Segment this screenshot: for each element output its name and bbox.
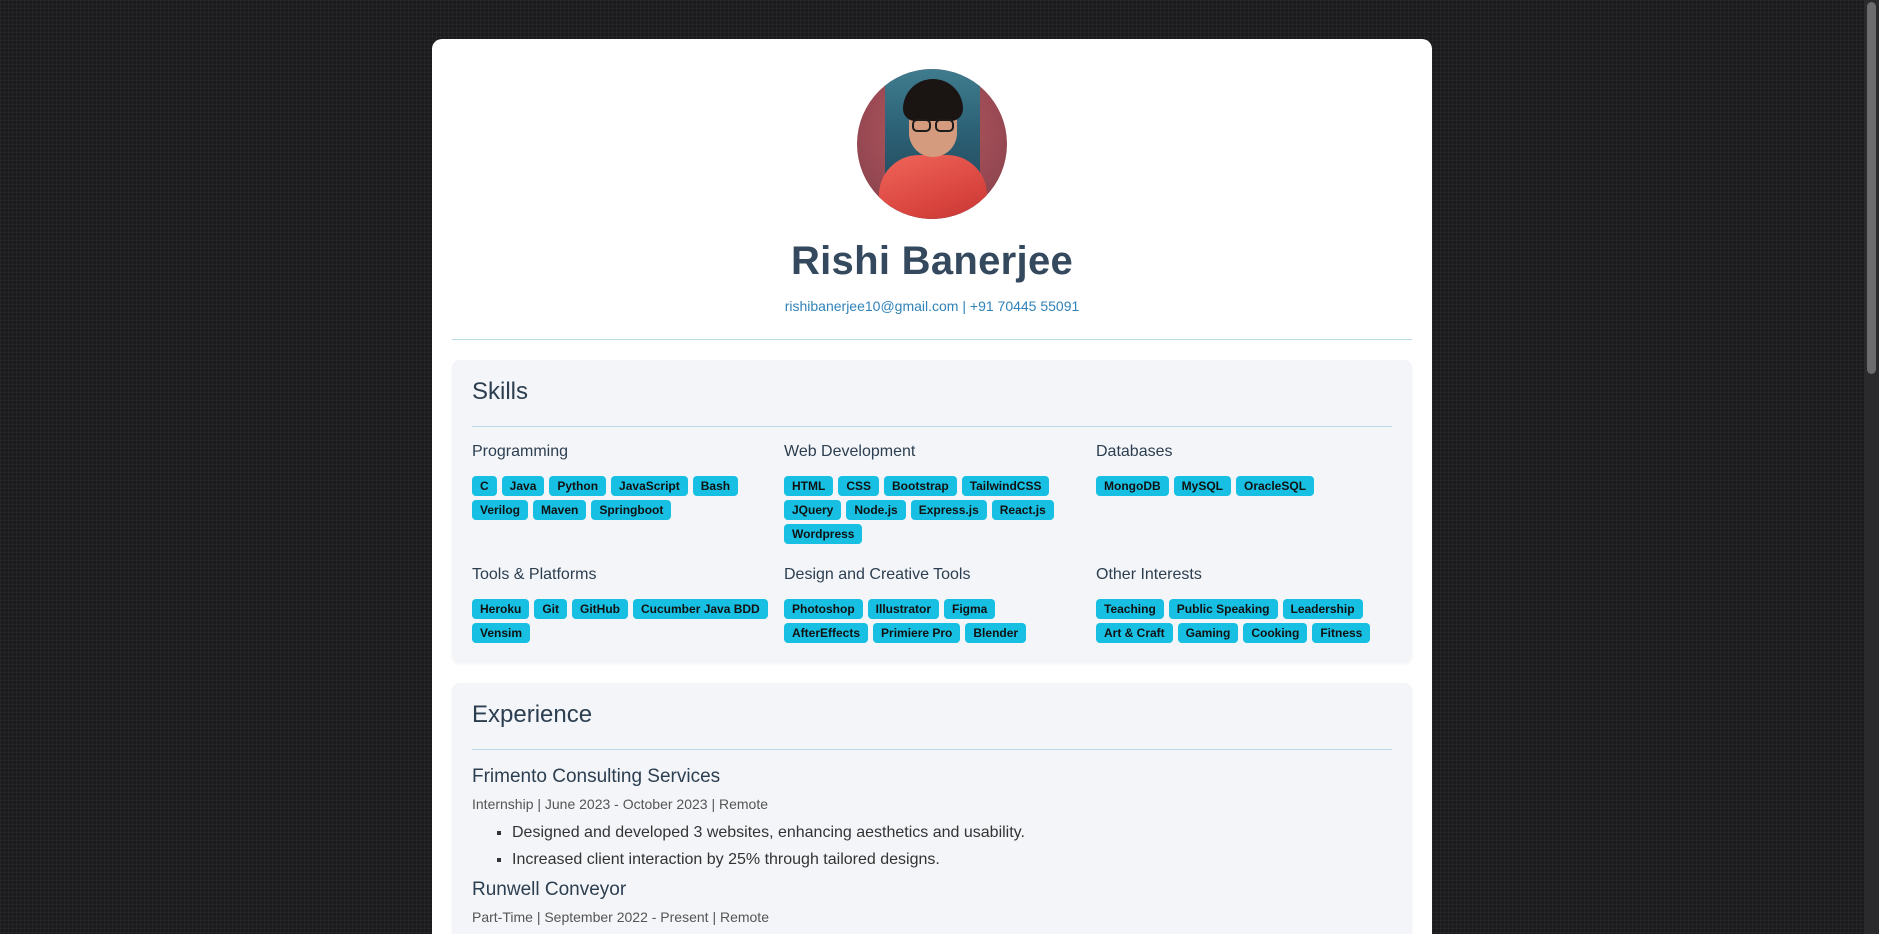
resume-card: Rishi Banerjee rishibanerjee10@gmail.com… <box>432 39 1432 934</box>
job-bullet: Increased client interaction by 25% thro… <box>512 851 1392 869</box>
skill-tag: Photoshop <box>784 599 863 619</box>
skill-tag: Teaching <box>1096 599 1164 619</box>
skill-group-title: Tools & Platforms <box>472 566 597 583</box>
skill-tag: JavaScript <box>611 476 688 496</box>
skill-tag: Java <box>501 476 545 496</box>
skill-tag: OracleSQL <box>1236 476 1315 496</box>
skill-group: Programming C Java Python JavaScript Bash Veri… <box>472 443 784 544</box>
profile-header: Rishi Banerjee rishibanerjee10@gmail.com… <box>452 69 1412 314</box>
skill-tag: Blender <box>965 623 1027 643</box>
contact-info: rishibanerjee10@gmail.com | +91 70445 55… <box>452 298 1412 314</box>
skill-tag: Springboot <box>591 500 672 520</box>
skill-tags: HTML CSS Bootstrap TailwindCSS JQuery Node.js… <box>784 476 1084 544</box>
skill-tag: Git <box>534 599 568 619</box>
skill-tag: Leadership <box>1282 599 1363 619</box>
skill-group-title: Programming <box>472 443 569 460</box>
job-bullet: Designed and developed 3 websites, enhan… <box>512 824 1392 842</box>
skill-tag: Wordpress <box>784 524 863 544</box>
skill-tag: HTML <box>784 476 834 496</box>
skill-tag: Heroku <box>472 599 530 619</box>
skill-tag: Bootstrap <box>884 476 957 496</box>
skill-tag: TailwindCSS <box>961 476 1050 496</box>
skill-group-title: Databases <box>1096 443 1173 460</box>
avatar <box>857 69 1007 219</box>
skill-tag: Bash <box>692 476 739 496</box>
skill-tag: Art & Craft <box>1096 623 1173 643</box>
skill-tag: Maven <box>533 500 587 520</box>
phone-link[interactable]: +91 70445 55091 <box>970 298 1079 314</box>
job-company: Runwell Conveyor <box>472 879 627 900</box>
skill-group-title: Other Interests <box>1096 566 1202 583</box>
skill-tag: MySQL <box>1173 476 1231 496</box>
skills-heading: Skills <box>472 378 1392 427</box>
skill-tag: Fitness <box>1312 623 1371 643</box>
experience-heading: Experience <box>472 701 1392 750</box>
skill-tag: Illustrator <box>867 599 939 619</box>
skill-group-title: Design and Creative Tools <box>784 566 971 583</box>
skill-group: Tools & Platforms Heroku Git GitHub Cucumber… <box>472 566 784 643</box>
skill-tag: Node.js <box>846 500 906 520</box>
job-meta: Part-Time | September 2022 - Present | R… <box>472 909 769 925</box>
skill-tag: Cucumber Java BDD <box>633 599 768 619</box>
skill-tag: MongoDB <box>1096 476 1169 496</box>
skill-tag: Verilog <box>472 500 529 520</box>
skill-group: Design and Creative Tools Photoshop Illust… <box>784 566 1096 643</box>
profile-name: Rishi Banerjee <box>790 239 1074 283</box>
skill-tag: Vensim <box>472 623 531 643</box>
skill-tag: Figma <box>944 599 996 619</box>
job-company: Frimento Consulting Services <box>472 766 721 787</box>
skill-tag: GitHub <box>572 599 629 619</box>
skill-tag: AfterEffects <box>784 623 869 643</box>
skill-tag: React.js <box>991 500 1054 520</box>
skill-tag: Cooking <box>1243 623 1308 643</box>
job-list: Frimento Consulting Services Internship |… <box>472 766 1392 925</box>
skill-tags: MongoDB MySQL OracleSQL <box>1096 476 1396 496</box>
scrollbar-thumb[interactable] <box>1867 2 1876 374</box>
skill-tag: Express.js <box>910 500 987 520</box>
skill-tags: Teaching Public Speaking Leadership Art & C… <box>1096 599 1396 643</box>
skill-tags: C Java Python JavaScript Bash Verilog Maven Spr… <box>472 476 772 520</box>
skill-group: Web Development HTML CSS Bootstrap TailwindC… <box>784 443 1096 544</box>
page-scrollbar[interactable] <box>1864 0 1879 934</box>
header-divider <box>452 339 1412 340</box>
skill-tag: Public Speaking <box>1168 599 1278 619</box>
skill-tag: CSS <box>838 476 880 496</box>
skill-tags: Heroku Git GitHub Cucumber Java BDD Vensim <box>472 599 772 643</box>
experience-section: Experience Frimento Consulting Services I… <box>452 683 1412 934</box>
skill-tags: Photoshop Illustrator Figma AfterEffects Pri… <box>784 599 1084 643</box>
contact-separator: | <box>962 298 966 314</box>
skill-group: Other Interests Teaching Public Speaking Le… <box>1096 566 1396 643</box>
job-bullets: Designed and developed 3 websites, enhan… <box>512 824 1392 869</box>
skills-section: Skills Programming C Java Python JavaScript B… <box>452 360 1412 663</box>
skill-tag: Primiere Pro <box>873 623 961 643</box>
job-meta: Internship | June 2023 - October 2023 | … <box>472 796 769 812</box>
email-link[interactable]: rishibanerjee10@gmail.com <box>785 298 959 314</box>
skill-tag: JQuery <box>784 500 842 520</box>
skill-tag: Python <box>549 476 607 496</box>
skill-tag: C <box>472 476 497 496</box>
skills-grid: Programming C Java Python JavaScript Bash Veri… <box>472 443 1392 643</box>
skill-tag: Gaming <box>1177 623 1239 643</box>
skill-group: Databases MongoDB MySQL OracleSQL <box>1096 443 1396 544</box>
skill-group-title: Web Development <box>784 443 916 460</box>
